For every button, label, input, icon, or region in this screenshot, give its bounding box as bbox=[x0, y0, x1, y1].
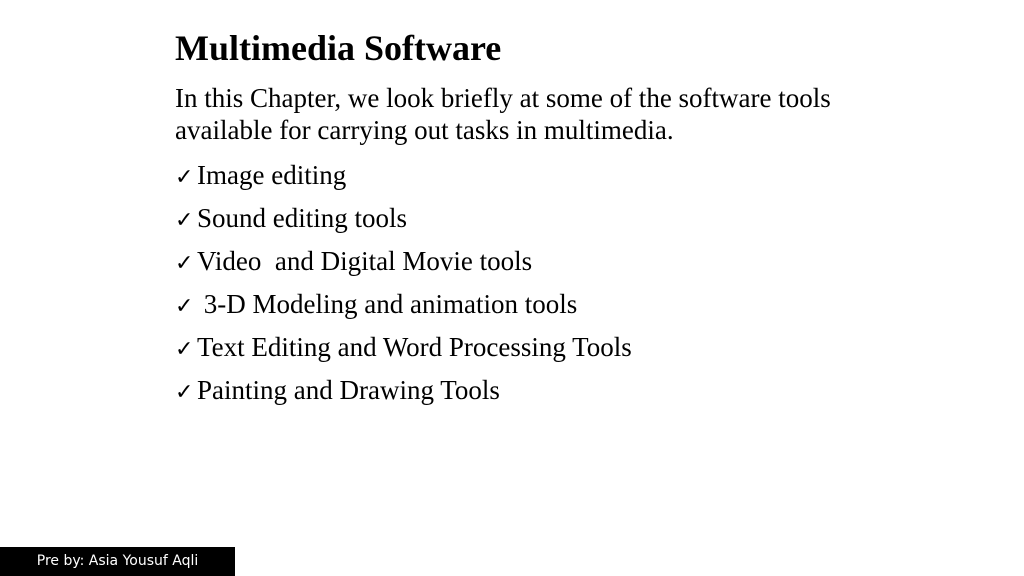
list-item: ✓ Image editing bbox=[175, 154, 632, 197]
check-icon: ✓ bbox=[175, 337, 194, 362]
intro-paragraph: In this Chapter, we look briefly at some… bbox=[175, 83, 831, 145]
check-icon: ✓ bbox=[175, 380, 194, 405]
list-item: ✓ Text Editing and Word Processing Tools bbox=[175, 326, 632, 369]
list-item: ✓ Sound editing tools bbox=[175, 197, 632, 240]
check-icon: ✓ bbox=[175, 294, 194, 319]
check-icon: ✓ bbox=[175, 208, 194, 233]
list-item-label: Video and Digital Movie tools bbox=[197, 246, 533, 276]
check-icon: ✓ bbox=[175, 165, 194, 190]
list-item: ✓ Video and Digital Movie tools bbox=[175, 240, 632, 283]
list-item-label: Image editing bbox=[197, 160, 347, 190]
list-item-label: Text Editing and Word Processing Tools bbox=[197, 332, 632, 362]
author-footer: Pre by: Asia Yousuf Aqli bbox=[0, 547, 235, 576]
bullet-list: ✓ Image editing ✓ Sound editing tools ✓ … bbox=[175, 154, 632, 412]
list-item-label: Sound editing tools bbox=[197, 203, 408, 233]
list-item-label: Painting and Drawing Tools bbox=[197, 375, 500, 405]
slide-title: Multimedia Software bbox=[175, 28, 502, 68]
list-item: ✓ 3-D Modeling and animation tools bbox=[175, 283, 632, 326]
list-item: ✓ Painting and Drawing Tools bbox=[175, 369, 632, 412]
list-item-label: 3-D Modeling and animation tools bbox=[197, 289, 578, 319]
check-icon: ✓ bbox=[175, 251, 194, 276]
